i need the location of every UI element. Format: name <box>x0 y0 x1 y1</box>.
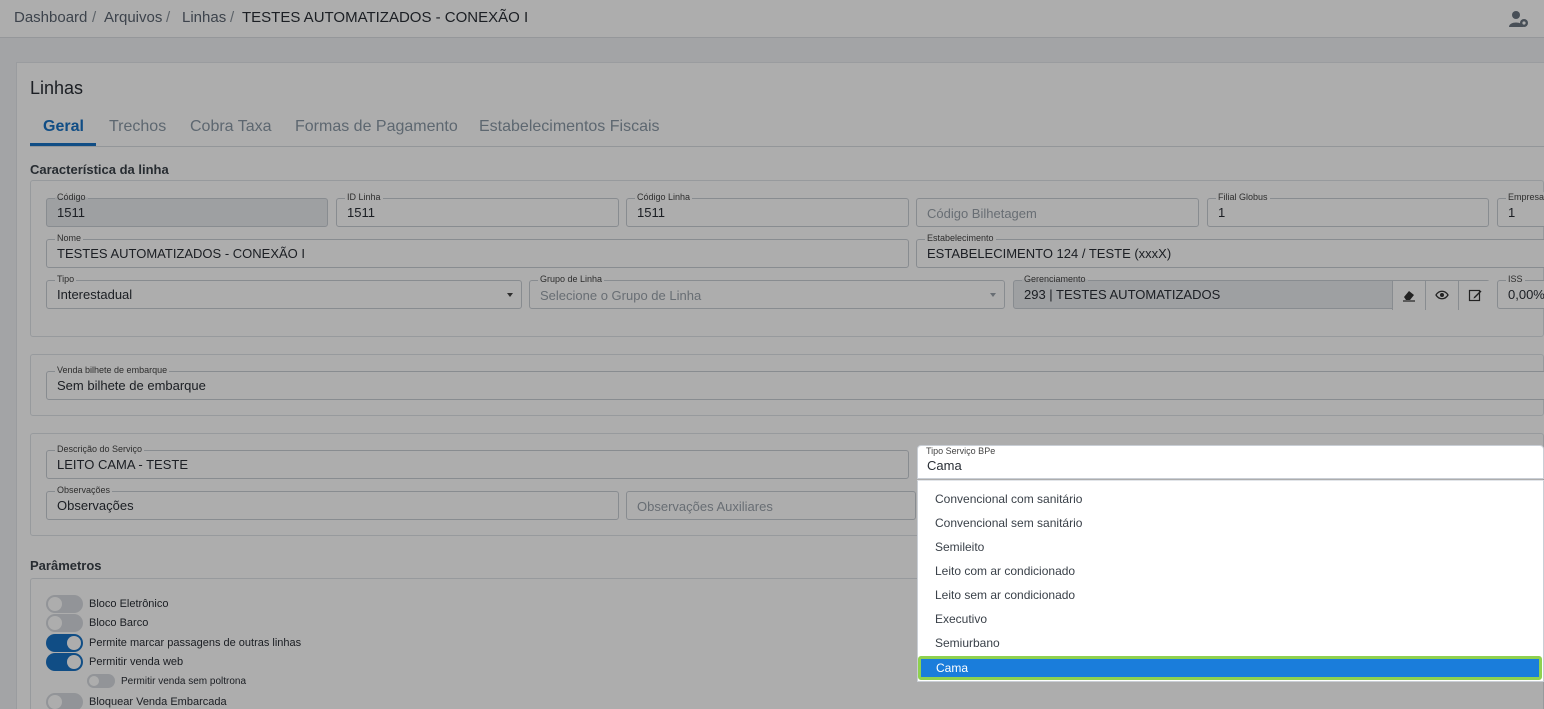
option-convencional-sem-sanitario[interactable]: Convencional sem sanitário <box>935 516 1082 530</box>
option-cama-selected[interactable]: Cama <box>918 656 1542 680</box>
option-convencional-com-sanitario[interactable]: Convencional com sanitário <box>935 492 1082 506</box>
tipo-servico-bpe-select[interactable]: Tipo Serviço BPe Cama <box>917 445 1544 479</box>
tipo-servico-bpe-options: Convencional com sanitário Convencional … <box>917 480 1544 682</box>
option-semiurbano[interactable]: Semiurbano <box>935 636 1000 650</box>
option-semileito[interactable]: Semileito <box>935 540 984 554</box>
option-executivo[interactable]: Executivo <box>935 612 987 626</box>
option-leito-com-ar[interactable]: Leito com ar condicionado <box>935 564 1075 578</box>
option-leito-sem-ar[interactable]: Leito sem ar condicionado <box>935 588 1075 602</box>
